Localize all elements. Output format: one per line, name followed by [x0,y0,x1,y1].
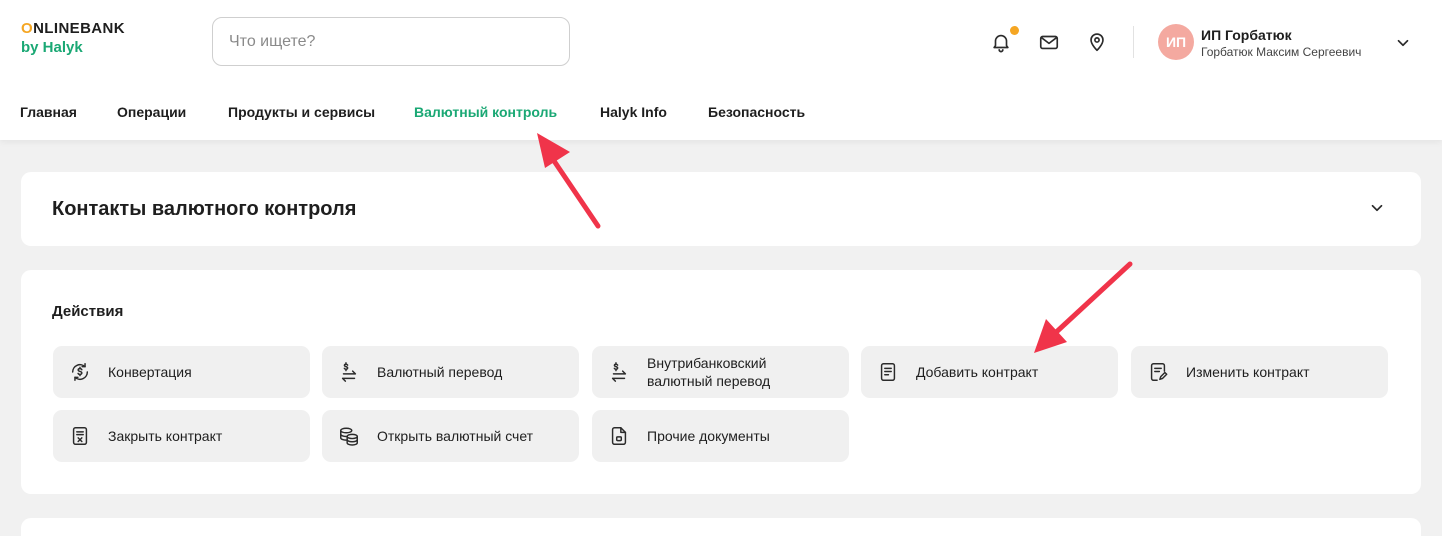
action-label: Конвертация [108,364,192,380]
logo[interactable]: ONLINEBANK by Halyk [21,20,125,58]
currency-exchange-icon [69,361,91,383]
action-label: Внутрибанковский валютный перевод [647,354,770,390]
action-label: Добавить контракт [916,364,1039,380]
actions-card: Действия Конвертация Валютный перевод Вн… [21,270,1421,494]
logo-subtitle: by Halyk [21,39,83,56]
user-name[interactable]: ИП Горбатюк [1201,27,1292,43]
file-icon [608,425,630,447]
next-card [21,518,1421,536]
action-conversion-button[interactable]: Конвертация [53,346,310,398]
search-input[interactable] [212,17,570,66]
action-other-documents-button[interactable]: Прочие документы [592,410,849,462]
user-full-name: Горбатюк Максим Сергеевич [1201,45,1362,59]
action-label: Прочие документы [647,428,770,444]
nav-item-currency-control[interactable]: Валютный контроль [414,104,557,120]
nav-item-security[interactable]: Безопасность [708,104,805,120]
nav-item-operations[interactable]: Операции [117,104,186,120]
bell-icon[interactable] [989,30,1013,54]
logo-wordmark: ONLINEBANK [21,20,125,38]
avatar[interactable]: ИП [1158,24,1194,60]
nav-item-home[interactable]: Главная [20,104,77,120]
close-document-icon [69,425,91,447]
dollar-transfer-icon [608,361,630,383]
action-label: Валютный перевод [377,364,503,380]
action-label-line1: Внутрибанковский [647,355,767,371]
action-add-contract-button[interactable]: Добавить контракт [861,346,1118,398]
logo-rest: NLINEBANK [33,20,126,37]
nav-item-products[interactable]: Продукты и сервисы [228,104,375,120]
dollar-transfer-icon [338,361,360,383]
logo-o: O [21,20,34,37]
chevron-down-icon[interactable] [1394,34,1412,52]
header: ONLINEBANK by Halyk ИП ИП Горбатюк Горба… [0,0,1442,140]
notification-dot [1010,26,1019,35]
action-edit-contract-button[interactable]: Изменить контракт [1131,346,1388,398]
document-icon [877,361,899,383]
main-nav: Главная Операции Продукты и сервисы Валю… [0,104,1442,124]
action-label: Изменить контракт [1186,364,1310,380]
mail-icon[interactable] [1037,30,1061,54]
action-label: Открыть валютный счет [377,428,534,444]
action-open-currency-account-button[interactable]: Открыть валютный счет [322,410,579,462]
action-label-line2: валютный перевод [647,373,771,389]
chevron-down-icon[interactable] [1368,199,1386,217]
action-close-contract-button[interactable]: Закрыть контракт [53,410,310,462]
contacts-card[interactable]: Контакты валютного контроля [21,172,1421,246]
location-pin-icon[interactable] [1085,30,1109,54]
header-divider [1133,26,1134,58]
edit-document-icon [1147,361,1169,383]
actions-card-title: Действия [52,303,124,320]
action-intrabank-transfer-button[interactable]: Внутрибанковский валютный перевод [592,346,849,398]
action-currency-transfer-button[interactable]: Валютный перевод [322,346,579,398]
coins-stack-icon [338,425,360,447]
action-label: Закрыть контракт [108,428,223,444]
nav-item-halyk-info[interactable]: Halyk Info [600,104,667,120]
contacts-card-title: Контакты валютного контроля [52,198,357,220]
